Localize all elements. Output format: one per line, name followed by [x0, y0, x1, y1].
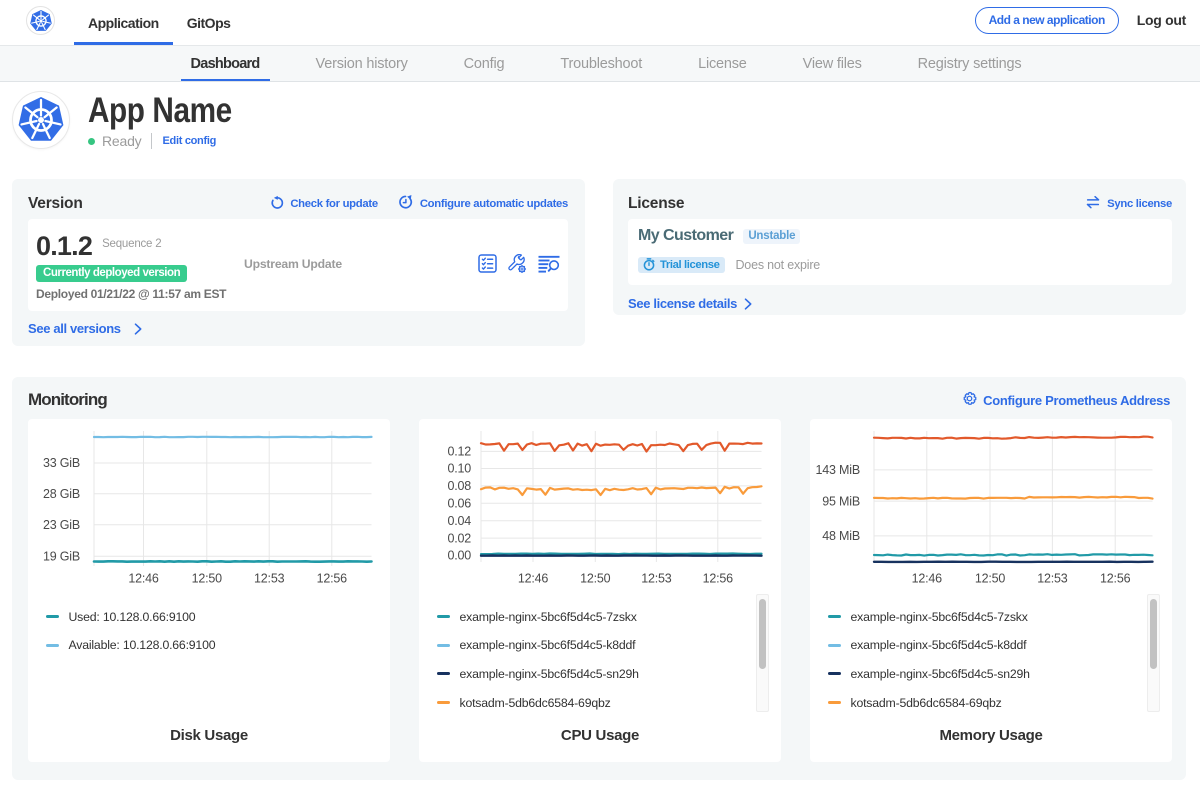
svg-text:12:50: 12:50	[580, 571, 611, 585]
svg-text:0.10: 0.10	[447, 461, 471, 475]
svg-text:0.02: 0.02	[447, 531, 471, 545]
svg-text:12:56: 12:56	[317, 571, 348, 585]
svg-text:33 GiB: 33 GiB	[43, 456, 80, 470]
svg-text:143 MiB: 143 MiB	[816, 463, 860, 477]
svg-text:12:53: 12:53	[641, 571, 672, 585]
svg-text:0.12: 0.12	[447, 444, 471, 458]
svg-text:12:53: 12:53	[1037, 571, 1068, 585]
svg-text:12:46: 12:46	[128, 571, 159, 585]
svg-text:12:46: 12:46	[518, 571, 549, 585]
svg-text:12:53: 12:53	[254, 571, 285, 585]
svg-text:48 MiB: 48 MiB	[822, 529, 860, 543]
svg-text:95 MiB: 95 MiB	[822, 494, 860, 508]
svg-text:0.00: 0.00	[447, 548, 471, 562]
svg-text:28 GiB: 28 GiB	[43, 487, 80, 501]
svg-text:12:56: 12:56	[1100, 571, 1131, 585]
svg-text:12:50: 12:50	[192, 571, 223, 585]
svg-text:0.06: 0.06	[447, 496, 471, 510]
svg-text:23 GiB: 23 GiB	[43, 518, 80, 532]
svg-text:12:46: 12:46	[912, 571, 943, 585]
svg-text:0.08: 0.08	[447, 479, 471, 493]
svg-text:12:56: 12:56	[703, 571, 734, 585]
svg-text:0.04: 0.04	[447, 513, 471, 527]
svg-text:19 GiB: 19 GiB	[43, 549, 80, 563]
svg-text:12:50: 12:50	[975, 571, 1006, 585]
